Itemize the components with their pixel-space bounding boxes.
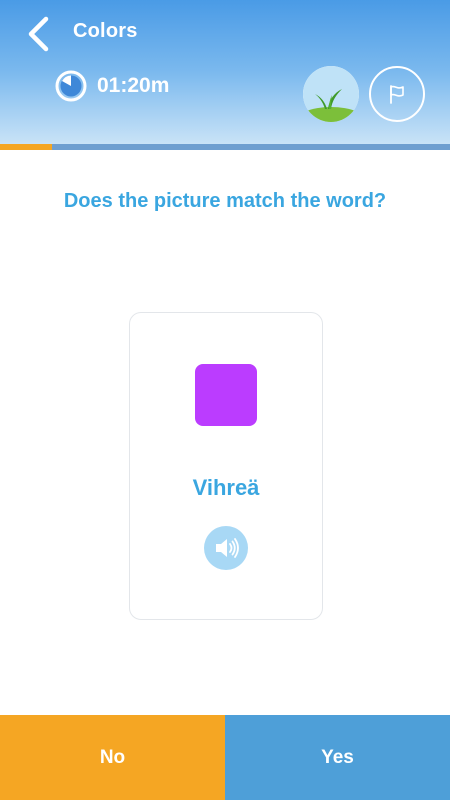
flash-card: Vihreä [129,312,323,620]
flag-icon [390,85,404,104]
chevron-left-icon [28,16,49,52]
yes-button[interactable]: Yes [225,715,450,800]
progress-bar [0,144,450,150]
report-flag-button[interactable] [369,66,425,122]
speaker-icon [216,538,239,558]
level-badge [303,66,359,122]
play-sound-button[interactable] [204,526,248,570]
back-button[interactable] [18,14,58,54]
progress-fill [0,144,52,150]
header-bar: Colors 01:20m [0,0,450,144]
page-title: Colors [73,20,138,42]
question-text: Does the picture match the word? [63,190,387,212]
timer-icon [55,70,87,102]
grass-icon [303,66,359,122]
color-swatch [195,364,257,426]
no-button[interactable]: No [0,715,225,800]
card-word: Vihreä [192,475,260,500]
timer-value: 01:20m [97,74,170,97]
